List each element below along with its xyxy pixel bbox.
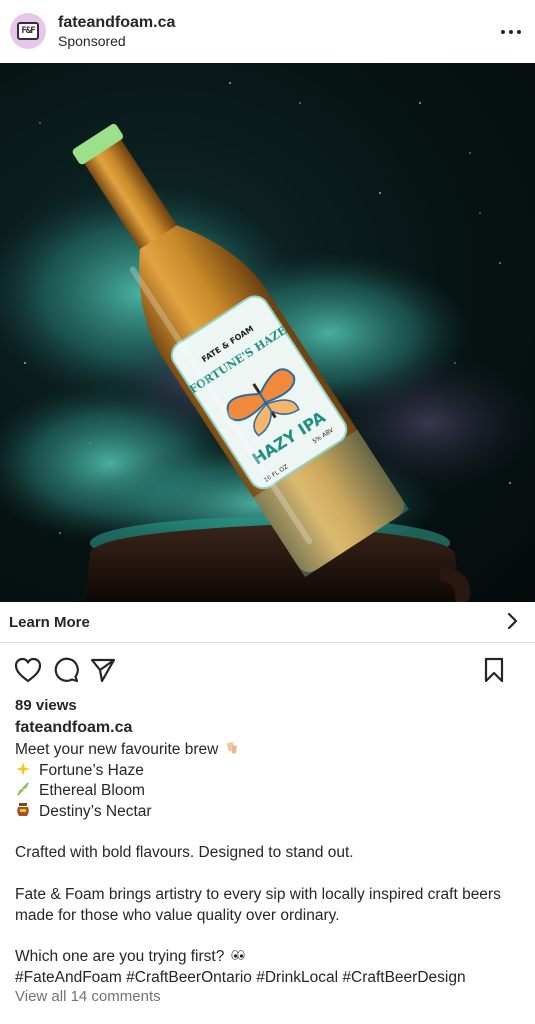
avatar[interactable]: F&F bbox=[10, 13, 46, 49]
chevron-right-icon[interactable] bbox=[505, 612, 521, 630]
bookmark-icon[interactable] bbox=[482, 656, 506, 684]
view-count: 89 views bbox=[15, 697, 77, 714]
brand-logo-icon: F&F bbox=[17, 22, 39, 40]
caption-line: made for those who value quality over or… bbox=[15, 906, 340, 924]
caption-line: Destiny’s Nectar bbox=[15, 802, 525, 823]
post-actions bbox=[0, 654, 535, 686]
view-all-comments-link[interactable]: View all 14 comments bbox=[15, 988, 161, 1005]
post-header: F&F fateandfoam.ca Sponsored bbox=[0, 0, 535, 62]
cheers-emoji-icon bbox=[227, 742, 238, 754]
caption-line: Fortune’s Haze bbox=[15, 761, 525, 782]
caption-line: Which one are you trying first? bbox=[15, 947, 525, 968]
learn-more-bar[interactable]: Learn More bbox=[0, 602, 535, 643]
caption-hashtags[interactable]: #FateAndFoam #CraftBeerOntario #DrinkLoc… bbox=[15, 968, 525, 989]
more-options-icon[interactable] bbox=[501, 22, 521, 42]
post-image[interactable]: FATE & FOAM FORTUNE'S HAZE HAZY IPA 5% A… bbox=[0, 63, 535, 602]
sponsored-label: Sponsored bbox=[58, 33, 126, 49]
beer-bottle-illustration: FATE & FOAM FORTUNE'S HAZE HAZY IPA 5% A… bbox=[0, 82, 535, 602]
caption-line: Crafted with bold flavours. Designed to … bbox=[15, 844, 354, 862]
account-name[interactable]: fateandfoam.ca bbox=[58, 14, 175, 32]
learn-more-button[interactable]: Learn More bbox=[9, 614, 90, 631]
caption-username[interactable]: fateandfoam.ca bbox=[15, 719, 132, 737]
caption-line: Fate & Foam brings artistry to every sip… bbox=[15, 885, 501, 903]
eyes-emoji-icon bbox=[231, 949, 245, 960]
honey-pot-emoji-icon bbox=[17, 803, 29, 817]
sparkles-emoji-icon bbox=[16, 761, 30, 776]
caption: Meet your new favourite brew Fortune’s H… bbox=[15, 740, 525, 988]
share-icon[interactable] bbox=[89, 656, 117, 684]
heart-icon[interactable] bbox=[13, 656, 43, 684]
herb-emoji-icon bbox=[17, 782, 29, 796]
caption-line: Meet your new favourite brew bbox=[15, 740, 525, 761]
caption-line: Ethereal Bloom bbox=[15, 781, 525, 802]
comment-icon[interactable] bbox=[52, 656, 80, 684]
